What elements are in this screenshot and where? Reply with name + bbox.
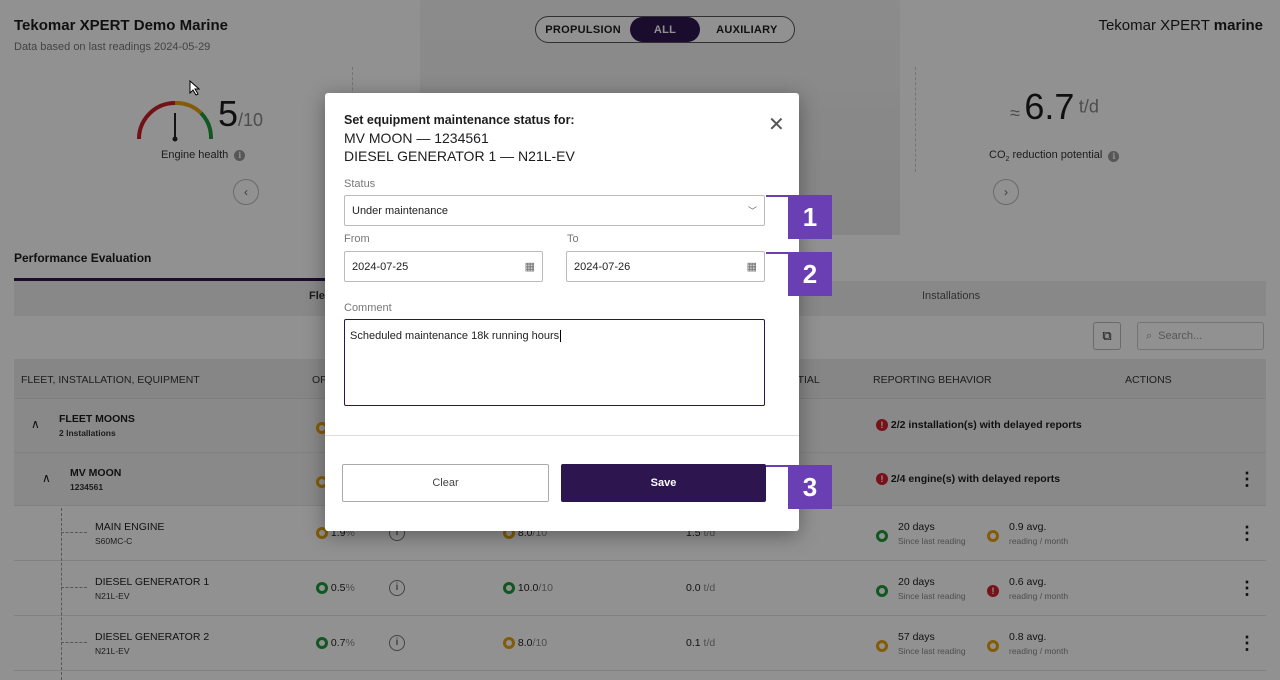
calendar-icon[interactable]: ▦ bbox=[525, 260, 535, 273]
close-icon[interactable]: ✕ bbox=[768, 115, 785, 135]
callout-line bbox=[766, 465, 788, 467]
calendar-icon[interactable]: ▦ bbox=[747, 260, 757, 273]
from-date-input[interactable]: 2024-07-25 ▦ bbox=[344, 251, 543, 282]
dialog-equipment: DIESEL GENERATOR 1 — N21L-EV bbox=[344, 148, 575, 164]
from-label: From bbox=[344, 233, 370, 245]
chevron-down-icon: ﹀ bbox=[747, 206, 757, 216]
step-badge-3: 3 bbox=[788, 465, 832, 509]
save-button[interactable]: Save bbox=[561, 464, 766, 502]
step-badge-1: 1 bbox=[788, 195, 832, 239]
to-date-input[interactable]: 2024-07-26 ▦ bbox=[566, 251, 765, 282]
dialog-vessel: MV MOON — 1234561 bbox=[344, 130, 489, 146]
step-badge-2: 2 bbox=[788, 252, 832, 296]
comment-textarea[interactable]: Scheduled maintenance 18k running hours bbox=[344, 319, 765, 406]
maintenance-dialog: Set equipment maintenance status for: MV… bbox=[325, 93, 799, 531]
dialog-title: Set equipment maintenance status for: bbox=[344, 113, 575, 127]
status-label: Status bbox=[344, 178, 376, 190]
dialog-divider bbox=[325, 435, 799, 436]
text-cursor bbox=[560, 330, 562, 342]
callout-line bbox=[766, 252, 788, 254]
to-label: To bbox=[567, 233, 579, 245]
status-select[interactable]: Under maintenance ﹀ bbox=[344, 195, 765, 226]
mouse-cursor-icon bbox=[189, 80, 201, 96]
callout-line bbox=[766, 195, 788, 197]
clear-button[interactable]: Clear bbox=[342, 464, 549, 502]
comment-label: Comment bbox=[344, 302, 392, 314]
